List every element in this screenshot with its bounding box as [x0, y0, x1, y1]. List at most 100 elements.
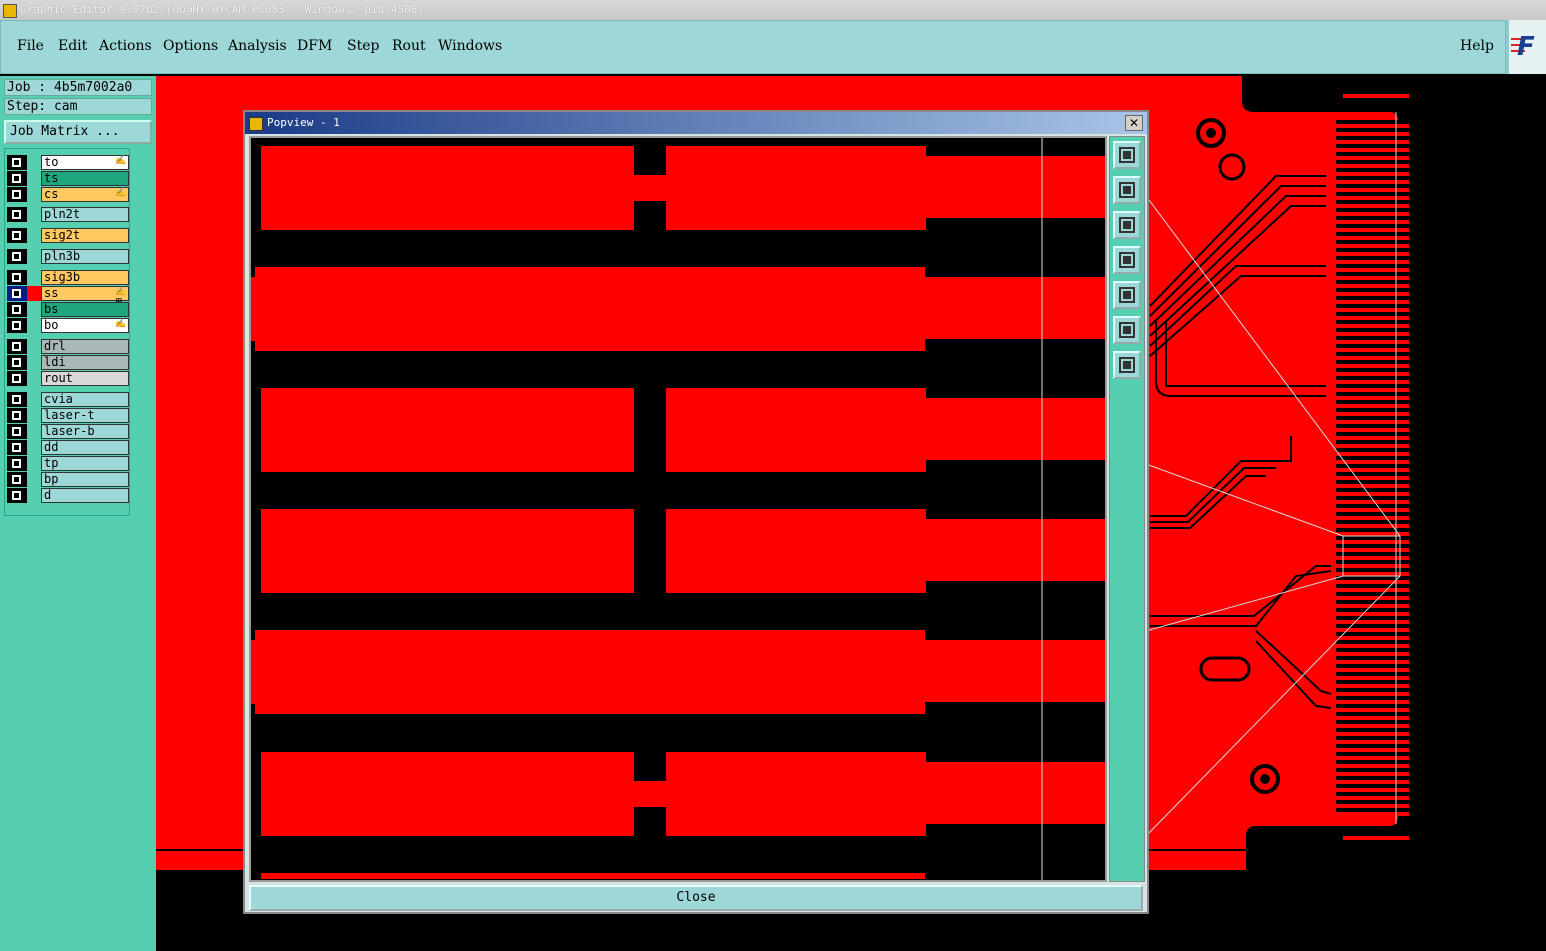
finger-gap [1336, 240, 1409, 244]
layer-checkbox[interactable] [7, 371, 27, 386]
pan-left-icon[interactable] [1113, 246, 1141, 274]
popview-close-button[interactable]: Close [249, 885, 1143, 911]
layer-checkbox[interactable] [7, 392, 27, 407]
finger-gap [1336, 616, 1409, 620]
finger-gap [1336, 592, 1409, 596]
layer-checkbox[interactable] [7, 270, 27, 285]
layer-label[interactable]: rout [41, 371, 129, 386]
layer-checkbox[interactable] [7, 355, 27, 370]
layer-row[interactable]: laser-t [7, 408, 129, 423]
layer-checkbox[interactable] [7, 440, 27, 455]
layer-row[interactable]: laser-b [7, 424, 129, 439]
finger-gap [1336, 264, 1409, 268]
layer-label[interactable]: d [41, 488, 129, 503]
layer-checkbox[interactable] [7, 318, 27, 333]
layer-checkbox[interactable] [7, 339, 27, 354]
finger [1352, 244, 1409, 248]
finger [1352, 124, 1409, 128]
popview-titlebar[interactable]: Popview - 1 ✕ [245, 112, 1147, 134]
layer-row[interactable]: pln2t [7, 207, 129, 222]
layer-checkbox[interactable] [7, 488, 27, 503]
layer-row[interactable]: dd [7, 440, 129, 455]
finger [1352, 260, 1409, 264]
finger [1352, 148, 1409, 152]
layer-label[interactable]: ldi [41, 355, 129, 370]
pan-up-icon[interactable] [1113, 176, 1141, 204]
layer-label[interactable]: laser-b [41, 424, 129, 439]
layer-checkbox[interactable] [7, 155, 27, 170]
layer-checkbox[interactable] [7, 249, 27, 264]
finger [1352, 396, 1409, 400]
finger-gap [1336, 304, 1409, 308]
pan-down-icon[interactable] [1113, 211, 1141, 239]
layer-row[interactable]: bp [7, 472, 129, 487]
menu-file[interactable]: File [17, 38, 44, 54]
popview-canvas[interactable] [249, 136, 1107, 882]
job-matrix-button[interactable]: Job Matrix ... [4, 120, 152, 144]
layer-row[interactable]: drl [7, 339, 129, 354]
layer-checkbox[interactable] [7, 171, 27, 186]
finger [1352, 612, 1409, 616]
zoom-home-icon[interactable] [1113, 141, 1141, 169]
layer-row[interactable]: ss✍⊞ [7, 286, 129, 307]
finger-gap [1336, 760, 1409, 764]
layer-checkbox[interactable] [7, 424, 27, 439]
layer-row[interactable]: pln3b [7, 249, 129, 264]
layer-row[interactable]: cs ✍ [7, 187, 129, 202]
layer-checkbox[interactable] [7, 302, 27, 317]
menu-dfm[interactable]: DFM [297, 38, 332, 54]
layer-label[interactable]: pln2t [41, 207, 129, 222]
layer-label[interactable]: sig2t [41, 228, 129, 243]
layer-checkbox[interactable] [7, 472, 27, 487]
popview-dialog: Popview - 1 ✕ Close [243, 110, 1149, 914]
layer-row[interactable]: sig3b [7, 270, 129, 285]
zoom-out-icon[interactable] [1113, 351, 1141, 379]
finger [1352, 428, 1409, 432]
layer-label[interactable]: laser-t [41, 408, 129, 423]
layer-row[interactable]: tp [7, 456, 129, 471]
layer-label[interactable]: drl [41, 339, 129, 354]
menu-help[interactable]: Help [1460, 38, 1494, 54]
finger-gap [1336, 744, 1409, 748]
layer-row[interactable]: sig2t [7, 228, 129, 243]
finger [1352, 796, 1409, 800]
layer-label[interactable]: tp [41, 456, 129, 471]
layer-label[interactable]: ts [41, 171, 129, 186]
layer-label[interactable]: sig3b [41, 270, 129, 285]
menu-analysis[interactable]: Analysis [228, 38, 287, 54]
layer-label[interactable]: pln3b [41, 249, 129, 264]
menu-step[interactable]: Step [347, 38, 379, 54]
finger-gap [1336, 352, 1409, 356]
layer-row[interactable]: bo ✍ [7, 318, 129, 333]
layer-checkbox[interactable] [7, 187, 27, 202]
layer-row[interactable]: to ✍ [7, 155, 129, 170]
menu-actions[interactable]: Actions [99, 38, 152, 54]
popview-close-x-button[interactable]: ✕ [1125, 115, 1143, 131]
layer-checkbox[interactable] [7, 408, 27, 423]
popview-toolbar [1109, 136, 1145, 882]
layer-row[interactable]: bs [7, 302, 129, 317]
menu-options[interactable]: Options [163, 38, 218, 54]
layer-row[interactable]: ldi [7, 355, 129, 370]
pan-right-icon[interactable] [1113, 281, 1141, 309]
layer-row[interactable]: d [7, 488, 129, 503]
layer-checkbox[interactable] [7, 286, 27, 301]
menu-windows[interactable]: Windows [438, 38, 502, 54]
layer-checkbox[interactable] [7, 228, 27, 243]
finger [1352, 740, 1409, 744]
layer-label[interactable]: dd [41, 440, 129, 455]
layer-label[interactable]: cvia [41, 392, 129, 407]
layer-row[interactable]: ts [7, 171, 129, 186]
layer-row[interactable]: rout [7, 371, 129, 386]
layer-checkbox[interactable] [7, 456, 27, 471]
layer-row[interactable]: cvia [7, 392, 129, 407]
layer-checkbox[interactable] [7, 207, 27, 222]
finger [1352, 812, 1409, 816]
menu-edit[interactable]: Edit [58, 38, 87, 54]
layer-label[interactable]: bs [41, 302, 129, 317]
zoom-in-icon[interactable] [1113, 316, 1141, 344]
finger [1352, 380, 1409, 384]
layer-label[interactable]: bp [41, 472, 129, 487]
finger-gap [1336, 544, 1409, 548]
menu-rout[interactable]: Rout [392, 38, 426, 54]
